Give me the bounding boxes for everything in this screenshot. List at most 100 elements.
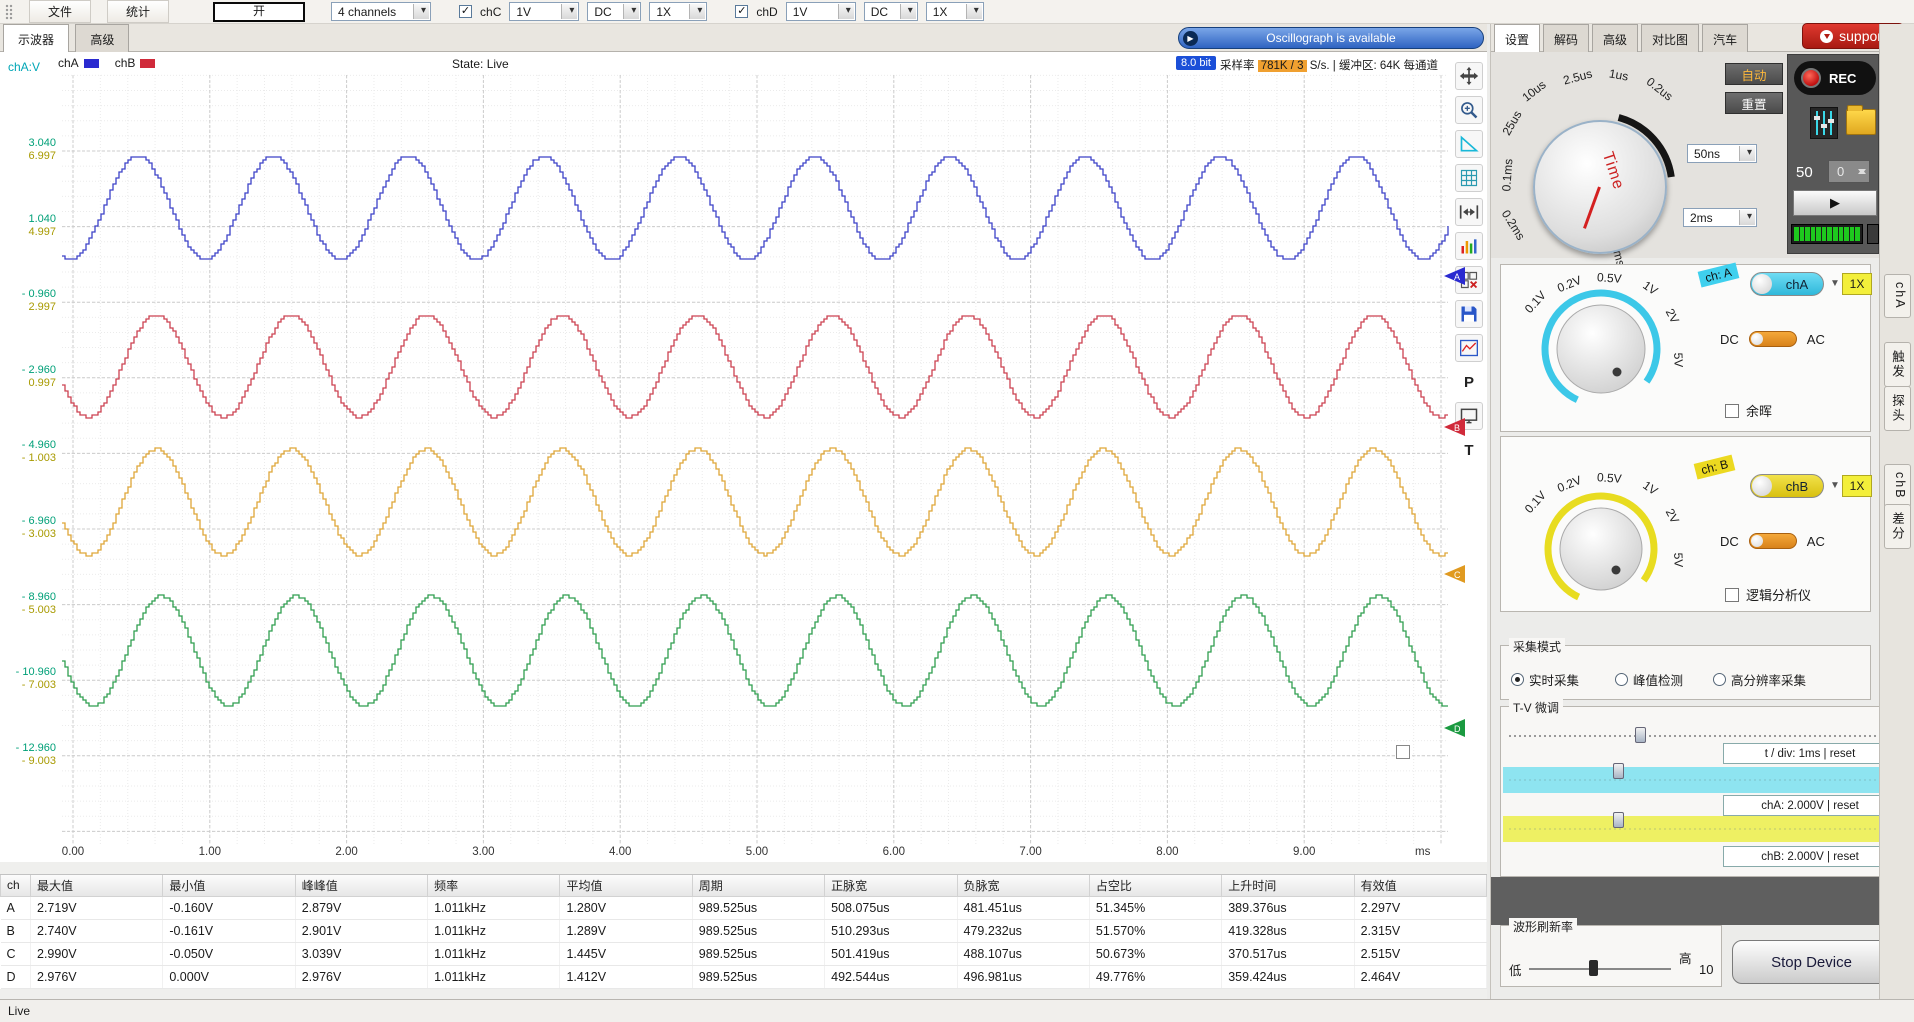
tab-oscilloscope[interactable]: 示波器 xyxy=(3,24,69,52)
availability-banner[interactable]: ▶ Oscillograph is available xyxy=(1178,27,1484,49)
trigger-marker-C[interactable]: C xyxy=(1441,565,1465,583)
side-tab-触发[interactable]: 触发 xyxy=(1884,342,1911,387)
table-row[interactable]: D2.976V0.000V2.976V1.011kHz1.412V989.525… xyxy=(1,965,1487,988)
tab-advanced[interactable]: 高级 xyxy=(75,24,129,52)
acquisition-option[interactable]: 高分辨率采集 xyxy=(1713,670,1806,689)
legend-item[interactable]: chA xyxy=(58,56,99,70)
table-header[interactable]: ch xyxy=(1,875,31,896)
chA-enable-toggle[interactable]: chA xyxy=(1750,272,1824,296)
spectrum-icon[interactable] xyxy=(1455,232,1483,260)
acquisition-option[interactable]: 实时采集 xyxy=(1511,670,1579,689)
table-row[interactable]: C2.990V-0.050V3.039V1.011kHz1.445V989.52… xyxy=(1,942,1487,965)
time-fine-slider[interactable] xyxy=(1509,735,1891,737)
table-header[interactable]: 最小值 xyxy=(163,875,295,896)
legend-item[interactable]: chB xyxy=(115,56,156,70)
panel-tab-3[interactable]: 高级 xyxy=(1592,24,1638,52)
side-tab-chB[interactable]: chB xyxy=(1884,464,1911,508)
menu-file[interactable]: 文件 xyxy=(29,0,91,23)
chA-offset-reset[interactable]: chA: 2.000V | reset xyxy=(1723,795,1897,816)
chevron-down-icon[interactable]: ▼ xyxy=(1830,278,1840,289)
chB-probe-select[interactable]: 1X xyxy=(1842,475,1872,497)
chC-coupling-select[interactable]: DC xyxy=(587,2,641,21)
chB-offset-slider[interactable] xyxy=(1503,816,1897,842)
chB-offset-reset[interactable]: chB: 2.000V | reset xyxy=(1723,846,1897,867)
table-header[interactable]: 最大值 xyxy=(31,875,163,896)
table-header[interactable]: 有效值 xyxy=(1354,875,1486,896)
pan-icon[interactable] xyxy=(1455,62,1483,90)
chD-checkbox[interactable]: ✓ xyxy=(735,5,748,18)
chA-coupling-toggle[interactable] xyxy=(1749,331,1797,347)
triangle-icon[interactable] xyxy=(1455,130,1483,158)
table-header[interactable]: 负脉宽 xyxy=(957,875,1089,896)
timebase-range-select[interactable]: 2ms xyxy=(1683,208,1757,227)
table-header[interactable]: 周期 xyxy=(692,875,824,896)
acquisition-option[interactable]: 峰值检测 xyxy=(1615,670,1683,689)
zoom-in-icon[interactable] xyxy=(1455,96,1483,124)
mixer-icon[interactable] xyxy=(1810,107,1838,139)
stop-device-button[interactable]: Stop Device xyxy=(1732,940,1891,984)
timebase-fine-select[interactable]: 50ns xyxy=(1687,144,1757,163)
table-header[interactable]: 占空比 xyxy=(1089,875,1221,896)
trigger-marker-D[interactable]: D xyxy=(1441,719,1465,737)
table-header[interactable]: 频率 xyxy=(428,875,560,896)
auto-button[interactable]: 自动 xyxy=(1725,63,1783,85)
horizontal-expand-icon[interactable] xyxy=(1455,198,1483,226)
refresh-rate-thumb[interactable] xyxy=(1589,960,1598,976)
chart-icon[interactable] xyxy=(1455,334,1483,362)
side-tab-探头[interactable]: 探头 xyxy=(1884,386,1911,431)
radio-button[interactable] xyxy=(1511,673,1524,686)
table-header[interactable]: 平均值 xyxy=(560,875,692,896)
time-fine-thumb[interactable] xyxy=(1635,727,1646,743)
chC-probe-select[interactable]: 1X xyxy=(649,2,707,21)
chB-offset-thumb[interactable] xyxy=(1613,812,1624,828)
channel-count-select[interactable]: 4 channels xyxy=(331,2,431,21)
chB-coupling-toggle[interactable] xyxy=(1749,533,1797,549)
table-header[interactable]: 正脉宽 xyxy=(825,875,957,896)
letter-p-icon[interactable]: P xyxy=(1455,368,1483,396)
chD-volt-select[interactable]: 1V xyxy=(786,2,856,21)
chA-volt-knob[interactable] xyxy=(1538,286,1664,415)
table-row[interactable]: A2.719V-0.160V2.879V1.011kHz1.280V989.52… xyxy=(1,896,1487,919)
panel-tab-2[interactable]: 解码 xyxy=(1543,24,1589,52)
panel-tab-4[interactable]: 对比图 xyxy=(1641,24,1699,52)
panel-tab-5[interactable]: 汽车 xyxy=(1702,24,1748,52)
chC-checkbox[interactable]: ✓ xyxy=(459,5,472,18)
chA-probe-select[interactable]: 1X xyxy=(1842,273,1872,295)
power-button[interactable]: 开 xyxy=(213,2,305,22)
trigger-marker-A[interactable]: A xyxy=(1441,267,1465,285)
folder-icon[interactable] xyxy=(1846,109,1876,135)
chB-volt-knob[interactable] xyxy=(1541,489,1661,612)
menu-statistics[interactable]: 统计 xyxy=(107,0,169,23)
progress-end-button[interactable] xyxy=(1867,224,1879,244)
table-header[interactable]: 上升时间 xyxy=(1222,875,1354,896)
record-index-spinner[interactable]: 0 xyxy=(1828,160,1870,183)
grid-icon[interactable] xyxy=(1455,164,1483,192)
playback-button[interactable]: ▶ xyxy=(1793,190,1877,216)
radio-button[interactable] xyxy=(1615,673,1628,686)
chD-probe-select[interactable]: 1X xyxy=(926,2,984,21)
chB-enable-toggle[interactable]: chB xyxy=(1750,474,1824,498)
table-row[interactable]: B2.740V-0.161V2.901V1.011kHz1.289V989.52… xyxy=(1,919,1487,942)
chA-offset-thumb[interactable] xyxy=(1613,763,1624,779)
waveform-plot[interactable] xyxy=(0,52,1487,862)
persist-checkbox[interactable] xyxy=(1725,404,1739,418)
grip-handle[interactable] xyxy=(5,4,13,20)
waveform-display[interactable]: chA:V chAchB State: Live 8.0 bit 采样率 781… xyxy=(0,52,1487,862)
radio-button[interactable] xyxy=(1713,673,1726,686)
side-tab-chA[interactable]: chA xyxy=(1884,274,1911,318)
save-icon[interactable] xyxy=(1455,300,1483,328)
chC-volt-select[interactable]: 1V xyxy=(509,2,579,21)
time-fine-reset[interactable]: t / div: 1ms | reset xyxy=(1723,743,1897,764)
trigger-marker-B[interactable]: B xyxy=(1441,418,1465,436)
logic-analyzer-checkbox[interactable] xyxy=(1725,588,1739,602)
chevron-down-icon[interactable]: ▼ xyxy=(1830,480,1840,491)
refresh-rate-slider[interactable] xyxy=(1529,968,1671,970)
chA-offset-slider[interactable] xyxy=(1503,767,1897,793)
rec-button[interactable]: REC xyxy=(1794,61,1876,95)
letter-t-icon[interactable]: T xyxy=(1455,436,1483,464)
plot-checkbox[interactable] xyxy=(1396,745,1410,759)
table-header[interactable]: 峰峰值 xyxy=(295,875,427,896)
panel-tab-1[interactable]: 设置 xyxy=(1494,24,1540,52)
side-tab-差分[interactable]: 差分 xyxy=(1884,504,1911,549)
chD-coupling-select[interactable]: DC xyxy=(864,2,918,21)
